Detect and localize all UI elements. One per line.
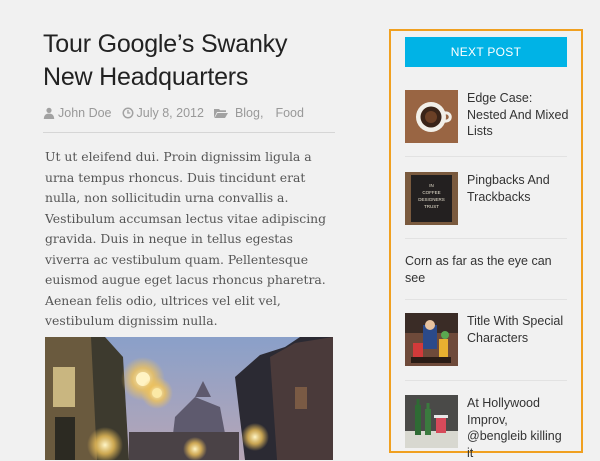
author-link[interactable]: John Doe <box>58 106 112 120</box>
category-link-food[interactable]: Food <box>275 106 304 120</box>
svg-text:TRUST: TRUST <box>424 204 439 209</box>
categories-meta: Blog, Food <box>213 106 304 120</box>
article-featured-image[interactable] <box>45 337 333 460</box>
article-body: Ut ut eleifend dui. Proin dignissim ligu… <box>45 149 327 328</box>
sidebar-post-title[interactable]: Corn as far as the eye can see <box>405 253 567 286</box>
sidebar-post-title[interactable]: Pingbacks And Trackbacks <box>467 172 571 205</box>
divider <box>405 299 567 300</box>
post-meta: John Doe July 8, 2012 Blog, Food <box>43 106 335 133</box>
post-date: July 8, 2012 <box>136 106 204 120</box>
coffee-cup-thumbnail[interactable] <box>405 90 458 143</box>
sidebar-post-title[interactable]: Edge Case: Nested And Mixed Lists <box>467 90 571 140</box>
article: Tour Google’s Swanky New Headquarters Jo… <box>43 28 335 332</box>
divider <box>405 238 567 239</box>
sign-text: IN <box>429 183 434 188</box>
svg-text:DESIGNERS: DESIGNERS <box>418 197 445 202</box>
folder-icon <box>213 109 228 118</box>
divider <box>405 156 567 157</box>
sidebar-widget: NEXT POST Edge Case: Nested And Mixed Li… <box>389 29 583 460</box>
user-icon <box>43 107 55 119</box>
author-meta: John Doe <box>43 106 112 120</box>
clock-icon <box>122 107 134 119</box>
coffee-sign-thumbnail[interactable]: IN COFFEE DESIGNERS TRUST <box>405 172 458 225</box>
next-post-heading[interactable]: NEXT POST <box>405 37 567 67</box>
sidebar-post-title[interactable]: At Hollywood Improv, @bengleib killing i… <box>467 395 571 461</box>
sidebar-post-title[interactable]: Title With Special Characters <box>467 313 571 346</box>
date-meta: July 8, 2012 <box>122 106 204 120</box>
svg-text:COFFEE: COFFEE <box>422 190 440 195</box>
article-title[interactable]: Tour Google’s Swanky New Headquarters <box>43 28 335 94</box>
divider <box>405 380 567 381</box>
desk-toys-thumbnail[interactable] <box>405 313 458 366</box>
category-link-blog[interactable]: Blog, <box>235 106 264 120</box>
bottles-thumbnail[interactable] <box>405 395 458 448</box>
